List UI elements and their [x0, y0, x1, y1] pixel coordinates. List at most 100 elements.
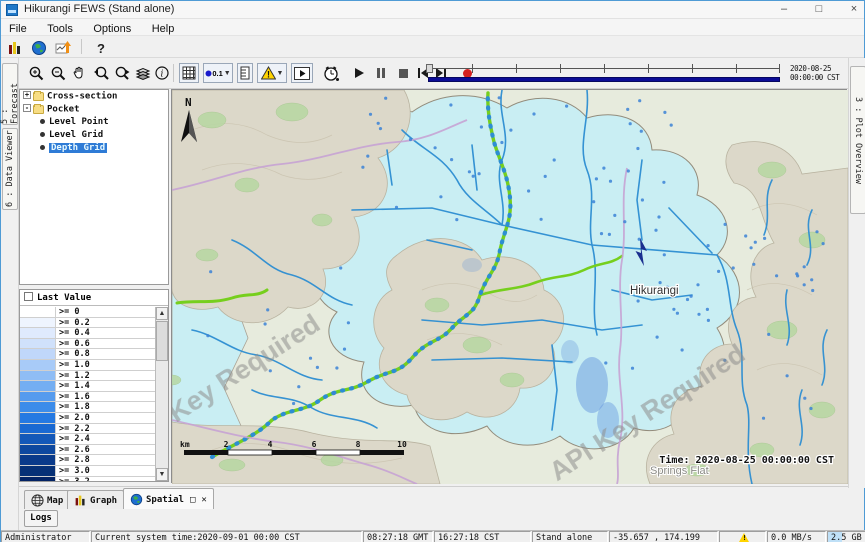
legend-row[interactable]: >= 2.4 [20, 434, 155, 445]
time-extent-bar [428, 77, 780, 82]
tab-graph[interactable]: Graph [67, 490, 124, 510]
collapse-icon[interactable]: - [23, 104, 31, 112]
warning-threshold-dropdown[interactable]: ! ▼ [257, 63, 287, 83]
legend-row[interactable]: >= 2.0 [20, 413, 155, 424]
zoom-in-icon[interactable] [26, 63, 46, 83]
tab-maximize-icon[interactable]: □ [190, 495, 195, 505]
pause-icon[interactable] [371, 63, 391, 83]
legend-table: >= 0>= 0.2>= 0.4>= 0.6>= 0.8>= 1.0>= 1.2… [20, 307, 155, 481]
layers-icon[interactable] [133, 63, 153, 83]
animation-export-icon[interactable] [291, 63, 313, 83]
last-value-checkbox[interactable] [24, 292, 33, 301]
left-tab-strip: 5 : Forecast 6 : Data Viewer [1, 58, 19, 530]
legend-row[interactable]: >= 1.0 [20, 360, 155, 371]
legend-color-swatch [20, 455, 56, 465]
status-bar: Administrator Current system time:2020-0… [1, 530, 865, 542]
expand-icon[interactable]: + [23, 91, 31, 99]
legend-panel: Last Value >= 0>= 0.2>= 0.4>= 0.6>= 0.8>… [19, 289, 169, 482]
map-time-label: Time: 2020-08-25 00:00:00 CST [659, 454, 834, 466]
map-canvas[interactable]: API Key Required API Key Required Hikura… [172, 90, 848, 484]
legend-row[interactable]: >= 0.6 [20, 339, 155, 350]
tick [516, 64, 517, 73]
tree-item-cross-section[interactable]: +Cross-section [20, 91, 168, 103]
pan-hand-icon[interactable] [69, 63, 89, 83]
time-slider-handle[interactable] [426, 64, 433, 73]
legend-row[interactable]: >= 3.2 [20, 477, 155, 482]
tab-close-icon[interactable]: ✕ [201, 495, 206, 505]
help-button[interactable]: ? [91, 38, 111, 58]
tree-item-level-point[interactable]: Level Point [20, 117, 168, 129]
window-title: Hikurangi FEWS (Stand alone) [24, 3, 174, 15]
legend-row[interactable]: >= 1.6 [20, 392, 155, 403]
town-label: Hikurangi [630, 285, 679, 297]
legend-threshold-label: >= 2.4 [56, 434, 155, 444]
legend-row[interactable]: >= 1.8 [20, 402, 155, 413]
legend-row[interactable]: >= 1.2 [20, 371, 155, 382]
scroll-up-icon[interactable]: ▲ [156, 307, 168, 320]
tick [604, 64, 605, 73]
tab-map[interactable]: Map [24, 490, 70, 510]
legend-row[interactable]: >= 1.4 [20, 381, 155, 392]
tab-spatial[interactable]: Spatial □ ✕ [123, 488, 214, 510]
zoom-previous-icon[interactable] [91, 63, 111, 83]
menu-tools[interactable]: Tools [39, 21, 81, 35]
menu-help[interactable]: Help [144, 21, 183, 35]
scrollbar-thumb[interactable] [156, 321, 168, 361]
stop-icon[interactable] [393, 63, 413, 83]
legend-row[interactable]: >= 3.0 [20, 466, 155, 477]
zoom-out-icon[interactable] [48, 63, 68, 83]
svg-text:8: 8 [356, 440, 361, 449]
tree-item-level-grid[interactable]: Level Grid [20, 130, 168, 142]
grid-display-icon[interactable] [179, 63, 199, 83]
folder-icon [33, 92, 44, 101]
map-globe-icon[interactable] [29, 38, 49, 58]
tree-item-depth-grid[interactable]: Depth Grid [20, 143, 168, 155]
interval-timer-icon[interactable] [321, 63, 341, 83]
zoom-next-icon[interactable] [112, 63, 132, 83]
legend-color-swatch [20, 307, 56, 317]
scroll-down-icon[interactable]: ▼ [156, 468, 168, 481]
status-warning[interactable] [719, 531, 766, 542]
logs-button[interactable]: Logs [24, 510, 58, 527]
legend-threshold-label: >= 0.8 [56, 349, 155, 359]
chevron-down-icon: ▼ [277, 70, 284, 77]
tick [736, 64, 737, 73]
timeseries-chart-icon[interactable] [53, 38, 73, 58]
legend-color-swatch [20, 349, 56, 359]
status-transfer-rate: 0.0 MB/s [767, 531, 826, 542]
legend-row[interactable]: >= 2.2 [20, 424, 155, 435]
legend-threshold-label: >= 1.8 [56, 402, 155, 412]
tab-plot-overview[interactable]: 3 : Plot Overview [850, 66, 865, 214]
toolbar-separator [173, 64, 174, 82]
play-icon[interactable] [349, 63, 369, 83]
grid-threshold-value: 0.1 [212, 69, 222, 78]
last-value-option[interactable]: Last Value [20, 290, 168, 306]
menu-file[interactable]: File [1, 21, 35, 35]
scale-bar-toggle-icon[interactable] [237, 63, 253, 83]
legend-row[interactable]: >= 0.2 [20, 318, 155, 329]
tab-map-label: Map [47, 496, 63, 506]
legend-scrollbar[interactable]: ▲ ▼ [155, 307, 168, 481]
status-memory: 2.5 GB [827, 531, 865, 542]
map-view[interactable]: API Key Required API Key Required Hikura… [171, 89, 847, 483]
legend-row[interactable]: >= 0.4 [20, 328, 155, 339]
legend-row[interactable]: >= 2.8 [20, 455, 155, 466]
tab-forecast[interactable]: 5 : Forecast [2, 63, 18, 125]
info-icon[interactable]: i [152, 63, 172, 83]
grid-threshold-dropdown[interactable]: 0.1 ▼ [203, 63, 233, 83]
legend-row[interactable]: >= 0.8 [20, 349, 155, 360]
maximize-button[interactable]: □ [804, 1, 834, 18]
menu-options[interactable]: Options [85, 21, 139, 35]
minimize-button[interactable]: – [769, 1, 799, 18]
database-viewer-icon[interactable] [5, 38, 25, 58]
legend-row[interactable]: >= 2.6 [20, 445, 155, 456]
legend-row[interactable]: >= 0 [20, 307, 155, 318]
tree-item-pocket[interactable]: -Pocket [20, 104, 168, 116]
legend-threshold-label: >= 1.4 [56, 381, 155, 391]
time-slider[interactable] [426, 61, 786, 86]
close-button[interactable]: × [839, 1, 865, 18]
tab-data-viewer[interactable]: 6 : Data Viewer [2, 128, 18, 210]
status-gmt-time: 08:27:18 GMT [363, 531, 433, 542]
title-bar: Hikurangi FEWS (Stand alone) – □ × [1, 1, 864, 19]
legend-threshold-label: >= 2.8 [56, 455, 155, 465]
